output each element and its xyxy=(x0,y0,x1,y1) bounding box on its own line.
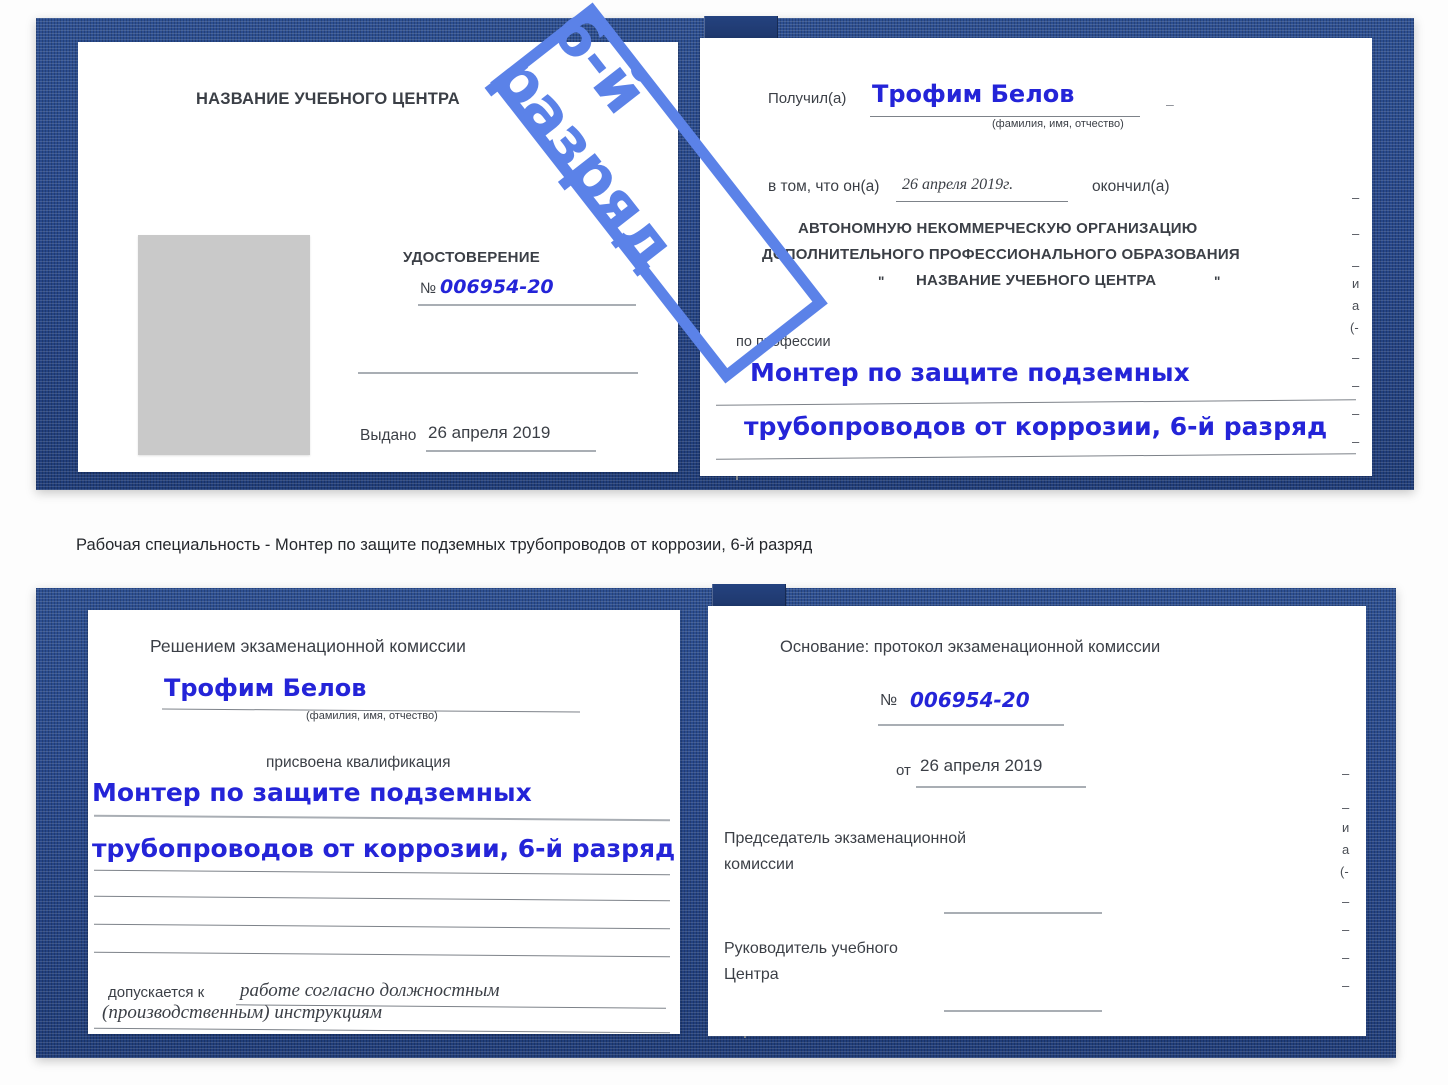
organization-quote-open: " xyxy=(878,274,885,289)
profession-rule-2 xyxy=(716,453,1356,460)
certificate-number-value: 006954-20 xyxy=(440,276,554,298)
blank-rule-2 xyxy=(94,895,670,902)
organization-line-2: ДОПОЛНИТЕЛЬНОГО ПРОФЕССИОНАЛЬНОГО ОБРАЗО… xyxy=(762,246,1240,263)
certificate-bottom-right-page: Основание: протокол экзаменационной коми… xyxy=(708,606,1366,1036)
profession-label: по профессии xyxy=(736,334,831,350)
edge-fragment: и xyxy=(1342,820,1350,835)
graduate-name: Трофим Белов xyxy=(164,674,367,702)
certificate-number-label: № xyxy=(420,280,437,297)
protocol-number-rule xyxy=(878,724,1064,726)
fio-hint-bottom: (фамилия, имя, отчество) xyxy=(306,710,438,722)
issued-label: Выдано xyxy=(360,427,417,444)
organization-quote-close: " xyxy=(1214,274,1221,289)
certificate-number-rule xyxy=(418,304,636,306)
document-title: УДОСТОВЕРЕНИЕ xyxy=(403,249,540,266)
edge-fragment: – xyxy=(1342,978,1350,993)
head-line-2: Центра xyxy=(724,966,779,983)
issued-date-rule xyxy=(426,450,596,452)
chairman-signature-rule xyxy=(944,912,1102,914)
certificate-top-book: НАЗВАНИЕ УЧЕБНОГО ЦЕНТРА УДОСТОВЕРЕНИЕ №… xyxy=(36,16,1414,490)
protocol-date-rule xyxy=(916,786,1086,788)
admitted-line-2: (производственным) инструкциям xyxy=(102,1002,382,1023)
received-label: Получил(а) xyxy=(768,90,847,107)
chairman-line-2: комиссии xyxy=(724,856,794,873)
finished-label: окончил(а) xyxy=(1092,178,1170,195)
edge-dash-marker: – xyxy=(1166,96,1174,112)
blank-rule-4 xyxy=(94,951,670,958)
edge-fragment: – xyxy=(1352,258,1360,273)
edge-fragment: – xyxy=(1352,350,1360,365)
organization-name: НАЗВАНИЕ УЧЕБНОГО ЦЕНТРА xyxy=(916,272,1157,289)
photo-placeholder xyxy=(138,235,310,455)
admitted-line-1: работе согласно должностным xyxy=(240,980,500,1001)
edge-fragment: а xyxy=(1352,298,1360,313)
protocol-number-label: № xyxy=(880,692,898,709)
protocol-number-value: 006954-20 xyxy=(910,688,1030,712)
edge-fragment: – xyxy=(1342,950,1350,965)
completion-date-value: 26 апреля 2019г. xyxy=(902,176,1014,193)
edge-fragment: (- xyxy=(1340,864,1349,879)
qualification-rule-2 xyxy=(94,869,670,876)
edge-fragment: – xyxy=(1352,378,1360,393)
edge-fragment: – xyxy=(1352,434,1360,449)
fio-hint-top: (фамилия, имя, отчество) xyxy=(992,118,1124,130)
qualification-rule-1 xyxy=(94,814,670,822)
qualification-label: присвоена квалификация xyxy=(266,754,451,771)
training-center-heading: НАЗВАНИЕ УЧЕБНОГО ЦЕНТРА xyxy=(196,90,460,108)
certificate-top-left-page: НАЗВАНИЕ УЧЕБНОГО ЦЕНТРА УДОСТОВЕРЕНИЕ №… xyxy=(78,42,678,472)
completion-date-rule xyxy=(896,201,1068,202)
qualification-line-1: Монтер по защите подземных xyxy=(92,778,532,807)
page-caption: Рабочая специальность - Монтер по защите… xyxy=(76,536,813,554)
certificate-top-right-page: Получил(а) Трофим Белов (фамилия, имя, о… xyxy=(700,38,1372,476)
recipient-name: Трофим Белов xyxy=(872,80,1075,108)
head-line-1: Руководитель учебного xyxy=(724,940,898,957)
protocol-date-value: 26 апреля 2019 xyxy=(920,756,1043,775)
edge-fragment: – xyxy=(1352,406,1360,421)
edge-fragment: – xyxy=(1342,766,1350,781)
admitted-label: допускается к xyxy=(108,984,205,1001)
edge-fragment: – xyxy=(1342,922,1350,937)
blank-rule-3 xyxy=(94,923,670,930)
certificate-bottom-left-page: Решением экзаменационной комиссии Трофим… xyxy=(88,610,680,1034)
protocol-date-label: от xyxy=(896,762,911,779)
qualification-line-2: трубопроводов от коррозии, 6-й разряд xyxy=(92,834,676,863)
admitted-rule-2 xyxy=(94,1027,670,1034)
organization-line-1: АВТОНОМНУЮ НЕКОММЕРЧЕСКУЮ ОРГАНИЗАЦИЮ xyxy=(798,220,1198,237)
edge-fragment: (- xyxy=(1350,320,1359,335)
profession-line-2: трубопроводов от коррозии, 6-й разряд xyxy=(744,412,1328,441)
recipient-name-rule xyxy=(870,116,1140,117)
commission-decision-heading: Решением экзаменационной комиссии xyxy=(150,636,466,656)
profession-line-1: Монтер по защите подземных xyxy=(750,358,1190,387)
basis-label: Основание: протокол экзаменационной коми… xyxy=(780,638,1161,656)
edge-fragment: а xyxy=(1342,842,1350,857)
in-that-label: в том, что он(а) xyxy=(768,178,880,195)
edge-fragment: – xyxy=(1352,226,1360,241)
edge-fragment: – xyxy=(1342,894,1350,909)
edge-fragment: и xyxy=(1352,276,1360,291)
profession-rule-1 xyxy=(716,399,1356,406)
certificate-bottom-book: Решением экзаменационной комиссии Трофим… xyxy=(36,584,1396,1058)
edge-fragment: – xyxy=(1342,800,1350,815)
chairman-line-1: Председатель экзаменационной xyxy=(724,830,967,847)
head-signature-rule xyxy=(944,1010,1102,1012)
edge-fragment: – xyxy=(1352,190,1360,205)
blank-rule-1 xyxy=(358,372,638,374)
issued-date-value: 26 апреля 2019 xyxy=(428,423,551,442)
